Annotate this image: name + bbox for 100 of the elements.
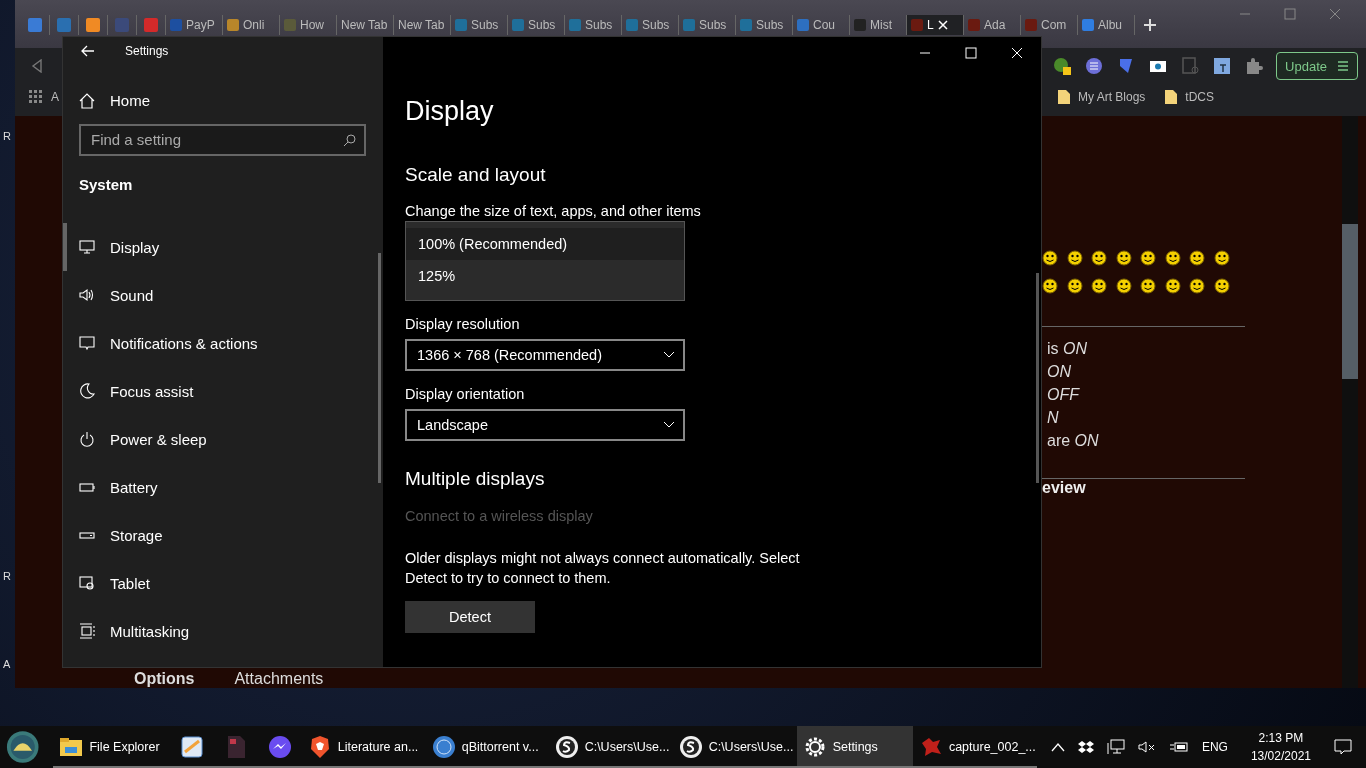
- smiley-icon[interactable]: [1189, 250, 1205, 266]
- smiley-icon[interactable]: [1164, 278, 1181, 294]
- desktop-label: A: [3, 658, 11, 670]
- browser-tab[interactable]: Subs: [451, 15, 508, 35]
- taskbar-button[interactable]: Literature an...: [301, 726, 426, 768]
- smiley-icon[interactable]: [1091, 250, 1107, 266]
- nav-item[interactable]: Storage: [63, 511, 383, 559]
- smiley-icon[interactable]: [1213, 278, 1230, 294]
- smiley-icon[interactable]: [1042, 278, 1058, 294]
- taskbar-button[interactable]: qBittorrent v...: [425, 726, 549, 768]
- notification-icon[interactable]: [1334, 739, 1352, 755]
- detect-button[interactable]: Detect: [405, 601, 535, 633]
- back-arrow-icon[interactable]: [81, 45, 95, 58]
- scrollbar-thumb[interactable]: [1342, 224, 1358, 379]
- notes-icon: [179, 735, 204, 759]
- smiley-icon[interactable]: [1066, 250, 1083, 266]
- taskbar-button[interactable]: capture_002_...: [912, 726, 1037, 768]
- image-icon[interactable]: [1212, 56, 1233, 76]
- browser-tab[interactable]: New Tab: [337, 15, 394, 35]
- start-orb-icon[interactable]: [6, 729, 40, 765]
- home-link[interactable]: Home: [79, 83, 383, 118]
- status-line: OFF: [1046, 385, 1081, 405]
- network-icon[interactable]: [1106, 739, 1125, 755]
- browser-tab[interactable]: Cou: [793, 15, 850, 35]
- power-icon: [79, 431, 95, 447]
- browser-tab[interactable]: Subs: [565, 15, 622, 35]
- home-icon: [79, 92, 95, 109]
- nav-item[interactable]: Multitasking: [63, 607, 383, 655]
- nav-item[interactable]: Power & sleep: [63, 415, 383, 463]
- scrollbar-thumb[interactable]: [378, 253, 381, 483]
- nav-item[interactable]: Notifications & actions: [63, 319, 383, 367]
- folder-icon: [1057, 90, 1070, 104]
- browser-tab[interactable]: PayP: [166, 15, 223, 35]
- nav-item[interactable]: Focus assist: [63, 367, 383, 415]
- browser-tab[interactable]: Com: [1021, 15, 1078, 35]
- browser-tab[interactable]: Subs: [622, 15, 679, 35]
- apps-icon[interactable]: [29, 90, 43, 104]
- browser-tab[interactable]: Subs: [679, 15, 736, 35]
- mute-icon[interactable]: [1137, 740, 1156, 754]
- browser-tab[interactable]: How: [280, 15, 337, 35]
- page-heading: Display: [405, 95, 494, 127]
- chevron-up-icon[interactable]: [1050, 742, 1065, 752]
- taskbar-button[interactable]: C:\Users\Use...: [548, 726, 673, 768]
- smiley-icon[interactable]: [1189, 278, 1205, 294]
- smiley-icon[interactable]: [1213, 250, 1230, 266]
- smiley-icon[interactable]: [1140, 250, 1156, 266]
- status-line: N: [1046, 408, 1060, 428]
- page-tab[interactable]: Options: [134, 670, 195, 688]
- desktop-label: R: [3, 570, 11, 582]
- clock[interactable]: 2:13 PM 13/02/2021: [1250, 729, 1311, 765]
- language-indicator[interactable]: ENG: [1201, 740, 1228, 754]
- notifications-icon: [79, 335, 95, 351]
- smiley-icon[interactable]: [1115, 278, 1132, 294]
- section-label: System: [79, 176, 134, 193]
- taskbar-button[interactable]: Settings: [796, 726, 913, 768]
- display-icon: [79, 239, 95, 255]
- search-field[interactable]: Find a setting: [79, 124, 366, 156]
- status-line: is ON: [1046, 339, 1088, 359]
- dropbox-icon[interactable]: [1077, 740, 1094, 754]
- browser-tab[interactable]: Albu: [1078, 15, 1135, 35]
- list-icon[interactable]: [1084, 56, 1105, 76]
- bookmark-link[interactable]: A: [51, 90, 59, 104]
- orientation-dropdown[interactable]: Landscape: [405, 409, 685, 441]
- nav-item[interactable]: Tablet: [63, 559, 383, 607]
- smiley-icon[interactable]: [1066, 278, 1083, 294]
- new-tab-icon[interactable]: [1143, 18, 1157, 32]
- desktop-label: R: [3, 130, 11, 142]
- update-button[interactable]: Update: [1276, 52, 1358, 80]
- smiley-icon[interactable]: [1091, 278, 1107, 294]
- scrollbar-thumb[interactable]: [1036, 273, 1039, 483]
- taskbar-button[interactable]: File Explorer: [53, 726, 170, 768]
- sound-icon: [79, 287, 95, 303]
- browser-tab[interactable]: Subs: [508, 15, 565, 35]
- nav-item[interactable]: Display: [63, 223, 383, 271]
- smiley-icon[interactable]: [1140, 278, 1156, 294]
- browser-tab[interactable]: New Tab: [394, 15, 451, 35]
- battery-charging-icon[interactable]: [1168, 741, 1189, 753]
- bookmark-folder[interactable]: My Art Blogs: [1077, 90, 1146, 104]
- nav-item[interactable]: Battery: [63, 463, 383, 511]
- taskbar-button[interactable]: C:\Users\Use...: [672, 726, 797, 768]
- back-icon[interactable]: [31, 59, 43, 73]
- browser-tab[interactable]: Ada: [964, 15, 1021, 35]
- browser-tab[interactable]: Onli: [223, 15, 280, 35]
- bookmark-folder[interactable]: tDCS: [1185, 90, 1214, 104]
- dropdown-option[interactable]: 100% (Recommended): [406, 228, 684, 260]
- chevron-icon: [663, 351, 675, 359]
- page-tab[interactable]: Attachments: [234, 670, 324, 688]
- detect-description: Older displays might not always connect automatically. Select Detect to try to connect to them.: [405, 549, 801, 588]
- smiley-icon[interactable]: [1164, 250, 1181, 266]
- nav-item[interactable]: Sound: [63, 271, 383, 319]
- browser-tab[interactable]: L: [907, 15, 964, 35]
- globe-icon[interactable]: [1052, 56, 1073, 76]
- resolution-dropdown[interactable]: 1366 × 768 (Recommended): [405, 339, 685, 371]
- smiley-icon[interactable]: [1042, 250, 1058, 266]
- puzzle-icon[interactable]: [1244, 56, 1265, 76]
- folder-icon: [1165, 90, 1178, 104]
- dropdown-option[interactable]: 125%: [406, 260, 684, 292]
- field-label: Display resolution: [405, 315, 520, 334]
- smiley-icon[interactable]: [1115, 250, 1132, 266]
- browser-tab[interactable]: Subs: [736, 15, 793, 35]
